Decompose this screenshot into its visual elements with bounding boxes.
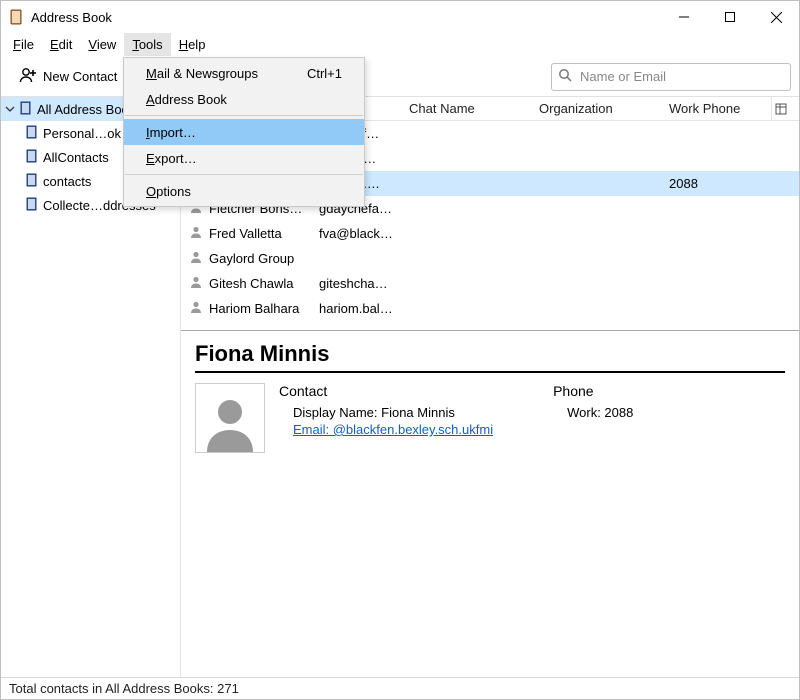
menu-help[interactable]: Help [171, 33, 214, 56]
tools-export[interactable]: Export… [124, 145, 364, 171]
new-contact-label: New Contact [43, 69, 117, 84]
tools-import[interactable]: Import… [124, 119, 364, 145]
table-row[interactable]: Gitesh Chawla giteshchaw… [181, 271, 799, 296]
detail-email-link[interactable]: Email: @blackfen.bexley.sch.ukfmi [293, 422, 493, 437]
tools-mail-newsgroups[interactable]: Mail & NewsgroupsCtrl+1 [124, 60, 364, 86]
cell-name: Hariom Balhara [209, 301, 299, 316]
detail-phone-heading: Phone [553, 383, 633, 399]
tools-options[interactable]: Options [124, 178, 364, 204]
window-title: Address Book [31, 10, 112, 25]
detail-work-phone: Work: 2088 [553, 405, 633, 420]
toolbar: New Contact Delete [1, 57, 799, 97]
book-icon [25, 173, 39, 190]
menubar: File Edit View Tools Help [1, 33, 799, 57]
cell-name: Fred Valletta [209, 226, 282, 241]
cell-name: Gaylord Group [209, 251, 294, 266]
menu-separator [125, 115, 363, 116]
cell-name: Gitesh Chawla [209, 276, 294, 291]
maximize-button[interactable] [707, 1, 753, 33]
person-icon [189, 275, 203, 292]
detail-divider [195, 371, 785, 373]
search-box[interactable] [551, 63, 791, 91]
person-icon [189, 225, 203, 242]
menu-separator [125, 174, 363, 175]
book-icon [25, 125, 39, 142]
app-icon [9, 9, 25, 25]
search-icon [558, 68, 572, 85]
book-icon [19, 101, 33, 118]
person-icon [189, 300, 203, 317]
menu-file[interactable]: File [5, 33, 42, 56]
book-icon [25, 149, 39, 166]
avatar [195, 383, 265, 453]
vertical-scrollbar[interactable] [783, 121, 799, 330]
cell-phone: 2088 [661, 176, 771, 191]
cell-email: giteshchaw… [311, 276, 401, 291]
table-row[interactable]: Gaylord Group [181, 246, 799, 271]
chevron-down-icon [5, 102, 15, 117]
tools-menu-dropdown: Mail & NewsgroupsCtrl+1 Address Book Imp… [123, 57, 365, 207]
sidebar-item-label: contacts [43, 174, 91, 189]
table-row[interactable]: Hariom Balhara hariom.bal… [181, 296, 799, 321]
status-text: Total contacts in All Address Books: 271 [9, 681, 239, 696]
new-contact-icon [19, 66, 37, 87]
person-icon [189, 250, 203, 267]
detail-contact-heading: Contact [279, 383, 493, 399]
sidebar-item-label: Personal…ok [43, 126, 121, 141]
close-button[interactable] [753, 1, 799, 33]
detail-display-name-line: Display Name: Fiona Minnis [279, 405, 493, 420]
titlebar: Address Book [1, 1, 799, 33]
detail-phone-section: Phone Work: 2088 [553, 383, 633, 453]
search-input[interactable] [578, 68, 784, 85]
status-bar: Total contacts in All Address Books: 271 [1, 677, 799, 699]
column-chat[interactable]: Chat Name [401, 101, 531, 116]
main: All Address Books Personal…ok AllContact… [1, 97, 799, 677]
book-icon [25, 197, 39, 214]
column-phone[interactable]: Work Phone [661, 101, 771, 116]
sidebar-item-label: AllContacts [43, 150, 109, 165]
cell-email: fva@blackf… [311, 226, 401, 241]
menu-view[interactable]: View [80, 33, 124, 56]
detail-contact-section: Contact Display Name: Fiona Minnis Email… [279, 383, 493, 453]
window-buttons [661, 1, 799, 33]
tools-address-book[interactable]: Address Book [124, 86, 364, 112]
menu-edit[interactable]: Edit [42, 33, 80, 56]
menu-tools[interactable]: Tools [124, 33, 170, 56]
table-row[interactable]: Fred Valletta fva@blackf… [181, 221, 799, 246]
cell-email: hariom.bal… [311, 301, 401, 316]
detail-pane: Fiona Minnis Contact Display Name: Fiona… [181, 331, 799, 677]
column-org[interactable]: Organization [531, 101, 661, 116]
column-picker-button[interactable] [771, 97, 789, 121]
detail-display-name: Fiona Minnis [195, 341, 785, 367]
minimize-button[interactable] [661, 1, 707, 33]
